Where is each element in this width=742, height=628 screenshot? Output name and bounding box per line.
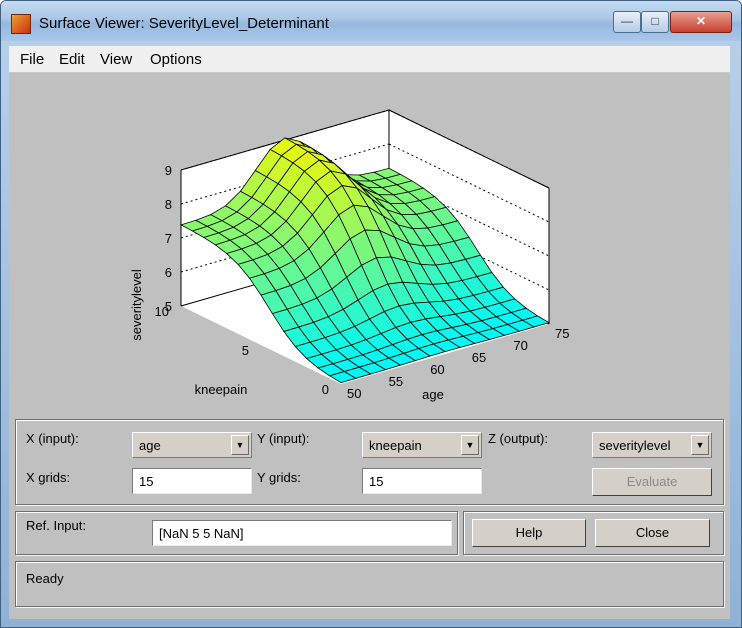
x-grids-field[interactable]: 15 <box>132 468 252 494</box>
ref-input-panel: Ref. Input: [NaN 5 5 NaN] <box>15 511 458 555</box>
menu-file[interactable]: File <box>20 51 44 68</box>
y-tick-label: 10 <box>155 304 169 319</box>
ref-input-label: Ref. Input: <box>26 518 86 533</box>
x-input-dropdown[interactable]: age ▼ <box>132 432 252 458</box>
z-tick-label: 9 <box>165 163 172 178</box>
x-axis-label: age <box>422 387 444 402</box>
close-button[interactable]: Close <box>595 519 710 547</box>
surface-plot[interactable]: 567890510505560657075 severitylevel knee… <box>9 73 730 413</box>
menu-view[interactable]: View <box>100 51 132 68</box>
menu-edit[interactable]: Edit <box>59 51 85 68</box>
z-tick-label: 8 <box>165 197 172 212</box>
y-input-dropdown[interactable]: kneepain ▼ <box>362 432 482 458</box>
menu-options[interactable]: Options <box>150 51 202 68</box>
z-tick-label: 7 <box>165 231 172 246</box>
x-tick-label: 75 <box>555 326 569 341</box>
figure-area: 5 6 7 8 9 0 5 10 50 55 60 65 70 75 severitylevel knee… <box>9 73 730 619</box>
x-tick-label: 55 <box>389 374 403 389</box>
z-tick-label: 6 <box>165 265 172 280</box>
x-tick-label: 50 <box>347 386 361 401</box>
chevron-down-icon: ▼ <box>461 435 479 455</box>
x-tick-label: 60 <box>430 362 444 377</box>
z-output-value: severitylevel <box>599 438 671 453</box>
chevron-down-icon: ▼ <box>231 435 249 455</box>
y-grids-field[interactable]: 15 <box>362 468 482 494</box>
help-button[interactable]: Help <box>472 519 586 547</box>
chevron-down-icon: ▼ <box>691 435 709 455</box>
minimize-button[interactable]: — <box>613 11 641 33</box>
maximize-button[interactable]: □ <box>641 11 669 33</box>
z-output-dropdown[interactable]: severitylevel ▼ <box>592 432 712 458</box>
menu-bar: File Edit View Options <box>9 46 730 73</box>
close-window-button[interactable]: ✕ <box>670 11 732 33</box>
x-tick-label: 65 <box>472 350 486 365</box>
y-grids-label: Y grids: <box>257 470 301 485</box>
ref-input-field[interactable]: [NaN 5 5 NaN] <box>152 520 452 546</box>
y-tick-label: 5 <box>242 343 249 358</box>
x-input-label: X (input): <box>26 431 79 446</box>
title-bar[interactable]: Surface Viewer: SeverityLevel_Determinan… <box>1 1 741 41</box>
matlab-icon <box>11 14 31 34</box>
surface-viewer-window: Surface Viewer: SeverityLevel_Determinan… <box>0 0 742 628</box>
y-axis-label: kneepain <box>195 382 248 397</box>
x-input-value: age <box>139 438 161 453</box>
z-output-label: Z (output): <box>488 431 548 446</box>
x-tick-label: 70 <box>513 338 527 353</box>
evaluate-button[interactable]: Evaluate <box>592 468 712 496</box>
y-input-value: kneepain <box>369 438 422 453</box>
window-title: Surface Viewer: SeverityLevel_Determinan… <box>39 15 329 32</box>
x-grids-label: X grids: <box>26 470 71 485</box>
status-panel: Ready <box>15 561 724 607</box>
y-tick-label: 0 <box>322 382 329 397</box>
z-axis-label: severitylevel <box>129 269 144 341</box>
action-button-panel: Help Close <box>463 511 724 555</box>
axes-control-panel: X (input): age ▼ Y (input): kneepain ▼ Z… <box>15 419 724 505</box>
status-text: Ready <box>26 571 64 586</box>
y-input-label: Y (input): <box>257 431 310 446</box>
